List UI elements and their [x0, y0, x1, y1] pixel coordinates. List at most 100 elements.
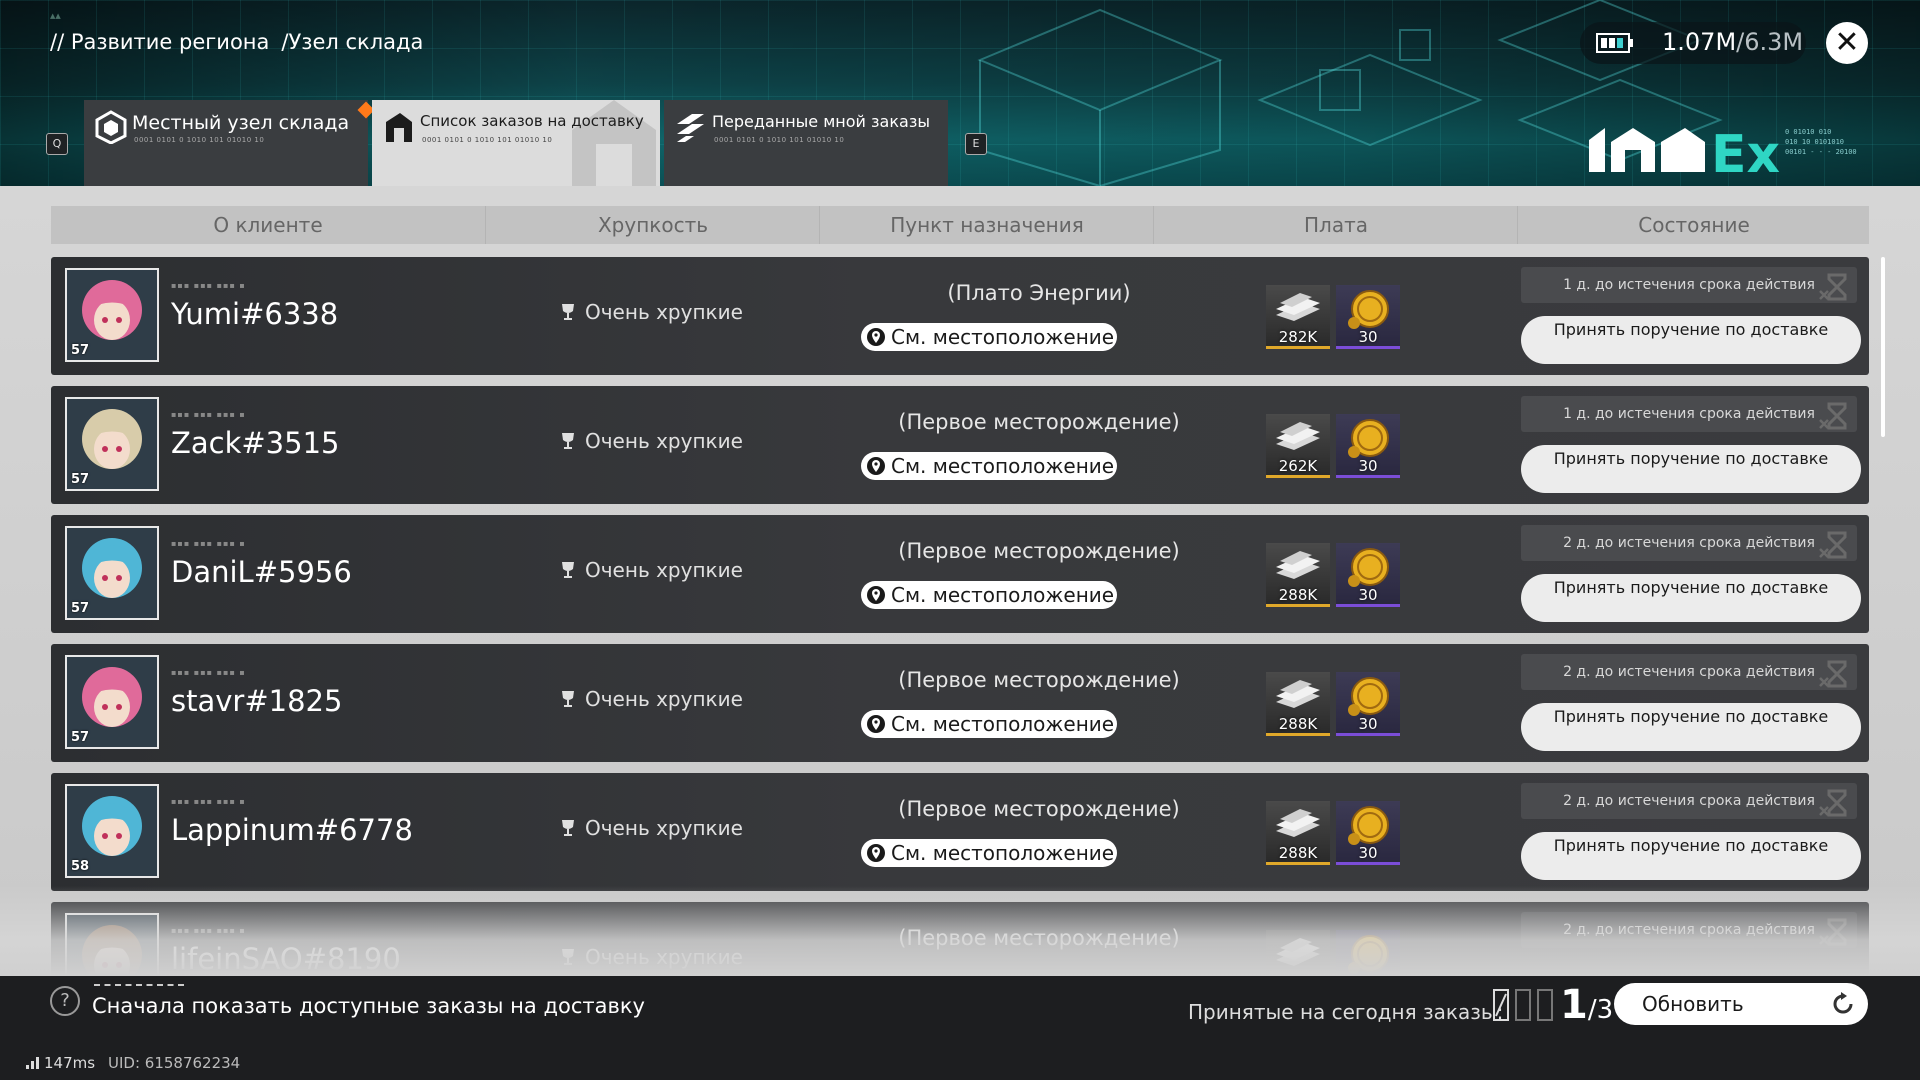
column-header-payment: Плата — [1153, 206, 1518, 244]
expiry-badge: 1 д. до истечения срока действия — [1521, 396, 1857, 432]
cash-amount: 288K — [1278, 586, 1318, 604]
location-pin-icon — [867, 586, 885, 604]
client-name: Lappinum#6778 — [171, 813, 413, 847]
expiry-text: 2 д. до истечения срока действия — [1563, 535, 1815, 551]
battery-icon — [1596, 33, 1633, 53]
name-tag-decoration: ▪▪▪ ▪▪▪ ▪▪▪ ▪ — [171, 281, 246, 290]
client-name: Zack#3515 — [171, 426, 340, 460]
expiry-text: 2 д. до истечения срока действия — [1563, 793, 1815, 809]
accept-delivery-button[interactable]: Принять поручение по доставке — [1521, 445, 1861, 493]
avatar[interactable]: 57 — [65, 526, 159, 620]
help-icon[interactable]: ? — [50, 986, 80, 1016]
avatar[interactable]: 57 — [65, 268, 159, 362]
view-location-button[interactable]: См. местоположение — [861, 323, 1117, 351]
cash-reward[interactable]: 262K — [1266, 414, 1330, 478]
cash-stack-icon — [1276, 551, 1320, 579]
column-header-status: Состояние — [1517, 206, 1870, 244]
order-row[interactable]: 57 ▪▪▪ ▪▪▪ ▪▪▪ ▪ Zack#3515 Очень хрупкие… — [51, 386, 1869, 504]
accept-delivery-button[interactable]: Принять поручение по доставке — [1521, 832, 1861, 880]
location-pin-icon — [867, 715, 885, 733]
orders-panel: О клиенте Хрупкость Пункт назначения Пла… — [0, 186, 1920, 976]
cash-reward[interactable]: 288K — [1266, 543, 1330, 607]
cash-reward[interactable]: 282K — [1266, 285, 1330, 349]
cash-stack-icon — [1276, 680, 1320, 708]
accept-delivery-button[interactable]: Принять поручение по доставке — [1521, 574, 1861, 622]
today-accepted-label: Принятые на сегодня заказы: — [1188, 1000, 1504, 1024]
user-id: UID: 6158762234 — [108, 1054, 241, 1072]
view-location-button[interactable]: См. местоположение — [861, 710, 1117, 738]
hourglass-icon — [1819, 660, 1847, 688]
view-location-label: См. местоположение — [891, 583, 1115, 607]
coin-amount: 30 — [1358, 715, 1378, 733]
cash-reward[interactable]: 288K — [1266, 801, 1330, 865]
table-header: О клиенте Хрупкость Пункт назначения Пла… — [51, 206, 1869, 244]
key-hint-q[interactable]: Q — [46, 133, 68, 155]
currency-display[interactable]: 1.07M/6.3M — [1580, 22, 1806, 64]
view-location-label: См. местоположение — [891, 325, 1115, 349]
tab-sublabel: 0001 0101 0 1010 101 01010 10 — [714, 136, 845, 144]
refresh-button[interactable]: Обновить — [1614, 983, 1868, 1025]
player-level: 58 — [71, 859, 90, 874]
view-location-button[interactable]: См. местоположение — [861, 452, 1117, 480]
close-button[interactable]: ✕ — [1826, 22, 1868, 64]
fragility-label: Очень хрупкие — [561, 687, 743, 711]
coin-reward[interactable]: 30 — [1336, 801, 1400, 865]
hourglass-icon — [1819, 273, 1847, 301]
tab-local-warehouse[interactable]: Местный узел склада 0001 0101 0 1010 101… — [84, 100, 375, 186]
fragility-label: Очень хрупкие — [561, 816, 743, 840]
tab-label: Переданные мной заказы — [712, 112, 930, 131]
breadcrumb-region[interactable]: // Развитие региона — [50, 30, 269, 54]
player-level: 57 — [71, 343, 90, 358]
expiry-text: 1 д. до истечения срока действия — [1563, 406, 1815, 422]
expiry-text: 1 д. до истечения срока действия — [1563, 277, 1815, 293]
breadcrumb: // Развитие региона/Узел склада — [50, 30, 435, 54]
player-level: 57 — [71, 472, 90, 487]
glass-icon — [562, 691, 574, 707]
tab-delivery-orders[interactable]: Список заказов на доставку 0001 0101 0 1… — [372, 100, 660, 186]
glass-icon — [562, 562, 574, 578]
destination-name: (Плато Энергии) — [947, 281, 1131, 305]
location-pin-icon — [867, 457, 885, 475]
svg-text:010 10 0101010: 010 10 0101010 — [1785, 138, 1844, 146]
order-row[interactable]: 57 ▪▪▪ ▪▪▪ ▪▪▪ ▪ DaniL#5956 Очень хрупки… — [51, 515, 1869, 633]
scrollbar[interactable] — [1881, 257, 1885, 437]
show-available-first-toggle[interactable]: Сначала показать доступные заказы на дос… — [92, 994, 645, 1018]
tab-my-orders[interactable]: Переданные мной заказы 0001 0101 0 1010 … — [664, 100, 948, 186]
coin-reward[interactable]: 30 — [1336, 414, 1400, 478]
order-row[interactable]: 57 ▪▪▪ ▪▪▪ ▪▪▪ ▪ stavr#1825 Очень хрупки… — [51, 644, 1869, 762]
avatar[interactable]: 57 — [65, 655, 159, 749]
accept-delivery-button[interactable]: Принять поручение по доставке — [1521, 703, 1861, 751]
client-name: DaniL#5956 — [171, 555, 352, 589]
cash-reward[interactable]: 288K — [1266, 672, 1330, 736]
hourglass-icon — [1819, 402, 1847, 430]
cash-amount: 288K — [1278, 715, 1318, 733]
accept-delivery-button[interactable]: Принять поручение по доставке — [1521, 316, 1861, 364]
order-row[interactable]: 58 ▪▪▪ ▪▪▪ ▪▪▪ ▪ Lappinum#6778 Очень хру… — [51, 773, 1869, 891]
avatar[interactable]: 58 — [65, 784, 159, 878]
destination-name: (Первое месторождение) — [898, 797, 1180, 821]
expiry-text: 2 д. до истечения срока действия — [1563, 664, 1815, 680]
name-tag-decoration: ▪▪▪ ▪▪▪ ▪▪▪ ▪ — [171, 539, 246, 548]
key-hint-e[interactable]: E — [965, 133, 987, 155]
gold-coin-icon — [1348, 419, 1389, 458]
player-level: 57 — [71, 601, 90, 616]
handoff-icon — [677, 114, 704, 142]
close-icon: ✕ — [1834, 25, 1860, 60]
gold-coin-icon — [1348, 548, 1389, 587]
avatar[interactable]: 57 — [65, 397, 159, 491]
view-location-label: См. местоположение — [891, 841, 1115, 865]
coin-reward[interactable]: 30 — [1336, 285, 1400, 349]
expiry-badge: 2 д. до истечения срока действия — [1521, 525, 1857, 561]
column-header-client: О клиенте — [213, 213, 323, 237]
order-row[interactable]: 57 ▪▪▪ ▪▪▪ ▪▪▪ ▪ Yumi#6338 Очень хрупкие… — [51, 257, 1869, 375]
tab-sublabel: 0001 0101 0 1010 101 01010 10 — [134, 136, 265, 144]
view-location-button[interactable]: См. местоположение — [861, 581, 1117, 609]
fragility-label: Очень хрупкие — [561, 300, 743, 324]
view-location-button[interactable]: См. местоположение — [861, 839, 1117, 867]
refresh-icon — [1833, 992, 1853, 1014]
header: ▲▲ // Развитие региона/Узел склада 1.07M… — [0, 0, 1920, 186]
column-header-destination: Пункт назначения — [819, 206, 1154, 244]
coin-reward[interactable]: 30 — [1336, 543, 1400, 607]
coin-amount: 30 — [1358, 328, 1378, 346]
coin-reward[interactable]: 30 — [1336, 672, 1400, 736]
